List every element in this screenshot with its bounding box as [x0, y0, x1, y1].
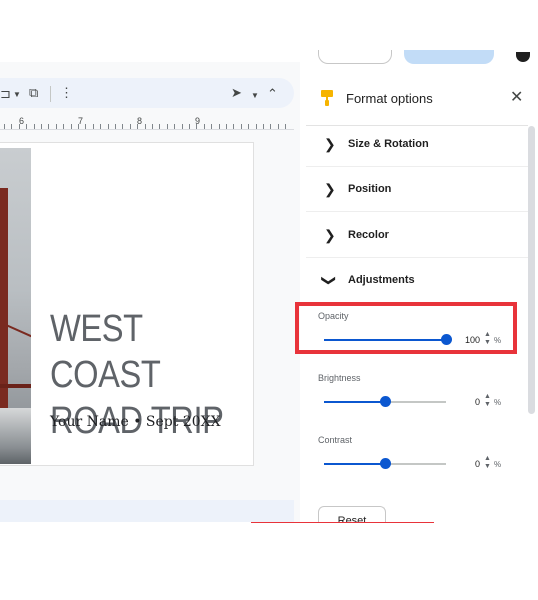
- section-label: Recolor: [348, 229, 389, 241]
- section-divider: [306, 166, 528, 167]
- section-label: Size & Rotation: [348, 138, 429, 150]
- brightness-slider-thumb[interactable]: [380, 396, 391, 407]
- opacity-highlight-box: [295, 302, 517, 354]
- brightness-value: 0: [474, 397, 480, 407]
- ruler-tick: [48, 124, 49, 129]
- ruler-tick: [174, 124, 175, 129]
- panel-scrollbar[interactable]: [528, 126, 535, 414]
- ruler-tick: [189, 124, 190, 129]
- ruler-tick: [263, 124, 264, 129]
- speaker-notes-bar: [0, 500, 294, 522]
- section-divider: [306, 211, 528, 212]
- contrast-value: 0: [474, 459, 480, 469]
- ruler-tick: [204, 124, 205, 129]
- red-underline: [251, 522, 434, 523]
- ruler-tick: [196, 124, 197, 129]
- ruler-tick: [278, 124, 279, 129]
- toolbar: [0, 78, 294, 108]
- ruler-tick: [108, 124, 109, 129]
- chevron-right-icon: ❯: [324, 136, 336, 152]
- top-share-button[interactable]: [404, 50, 494, 64]
- brightness-unit: %: [494, 398, 502, 407]
- ruler-tick: [211, 124, 212, 129]
- contrast-fill: [324, 463, 385, 465]
- ruler-tick: [233, 124, 234, 129]
- ruler-tick: [122, 124, 123, 129]
- section-label: Position: [348, 183, 392, 195]
- ruler-tick: [219, 124, 220, 129]
- panel-title: Format options: [346, 91, 433, 106]
- ruler-tick: [145, 124, 146, 129]
- stepper-icon[interactable]: ▲ ▼: [484, 455, 491, 471]
- brightness-value-field[interactable]: 0 ▲ ▼ %: [454, 393, 502, 411]
- bridge-photo[interactable]: [0, 148, 31, 464]
- ruler-tick: [226, 124, 227, 129]
- panel-divider: [306, 125, 528, 126]
- chevron-down-icon: ❯: [321, 274, 338, 287]
- horizontal-ruler: [0, 112, 294, 130]
- contrast-value-field[interactable]: 0 ▲ ▼ %: [454, 455, 502, 473]
- ruler-tick: [93, 124, 94, 129]
- section-label: Adjustments: [348, 274, 415, 286]
- ruler-tick: [159, 124, 160, 129]
- ruler-tick: [248, 124, 249, 129]
- top-outline-button[interactable]: [318, 50, 392, 64]
- section-divider: [306, 257, 528, 258]
- ruler-tick: [152, 124, 153, 129]
- ruler-tick: [19, 124, 20, 129]
- ruler-tick: [85, 124, 86, 129]
- ruler-tick: [4, 124, 5, 129]
- ruler-tick: [130, 124, 131, 129]
- brightness-fill: [324, 401, 385, 403]
- ruler-tick: [26, 124, 27, 129]
- contrast-unit: %: [494, 460, 502, 469]
- footer-area: [0, 522, 538, 600]
- ruler-tick: [100, 124, 101, 129]
- title-line-1: WEST COAST: [50, 308, 161, 396]
- ruler-tick: [115, 124, 116, 129]
- toolbar-divider: [50, 86, 51, 102]
- ruler-tick: [78, 124, 79, 129]
- ruler-tick: [241, 124, 242, 129]
- ruler-tick: [167, 124, 168, 129]
- ruler-tick: [41, 124, 42, 129]
- brightness-label: Brightness: [318, 373, 361, 383]
- collapse-toolbar-icon[interactable]: ⌃: [267, 87, 278, 100]
- slide-subtitle[interactable]: Your Name • Sept 20XX: [50, 414, 221, 430]
- cursor-dropdown-icon[interactable]: ▼: [251, 89, 259, 102]
- paint-format-icon: [321, 90, 333, 106]
- ruler-tick: [63, 124, 64, 129]
- contrast-slider-thumb[interactable]: [380, 458, 391, 469]
- ruler-tick: [285, 124, 286, 129]
- contrast-label: Contrast: [318, 435, 353, 445]
- shape-icon[interactable]: ⊐: [0, 87, 11, 100]
- stepper-icon[interactable]: ▲ ▼: [484, 393, 491, 409]
- app-window: ⊐ ▼ ⧉ ⋮ ➤ ▼ ⌃ 6 7 8 9 WEST COAST ROAD TR…: [0, 0, 538, 600]
- chevron-right-icon: ❯: [324, 181, 336, 197]
- replace-image-icon[interactable]: ⧉: [29, 86, 38, 99]
- more-options-icon[interactable]: ⋮: [60, 86, 73, 99]
- ruler-tick: [71, 124, 72, 129]
- ruler-tick: [56, 124, 57, 129]
- ruler-tick: [34, 124, 35, 129]
- ruler-tick: [256, 124, 257, 129]
- ruler-tick: [137, 124, 138, 129]
- chevron-right-icon: ❯: [324, 227, 336, 243]
- dropdown-arrow-icon[interactable]: ▼: [13, 88, 21, 101]
- ruler-tick: [11, 124, 12, 129]
- close-icon[interactable]: ✕: [510, 90, 523, 106]
- ruler-tick: [182, 124, 183, 129]
- ruler-tick: [270, 124, 271, 129]
- select-cursor-icon[interactable]: ➤: [231, 86, 242, 99]
